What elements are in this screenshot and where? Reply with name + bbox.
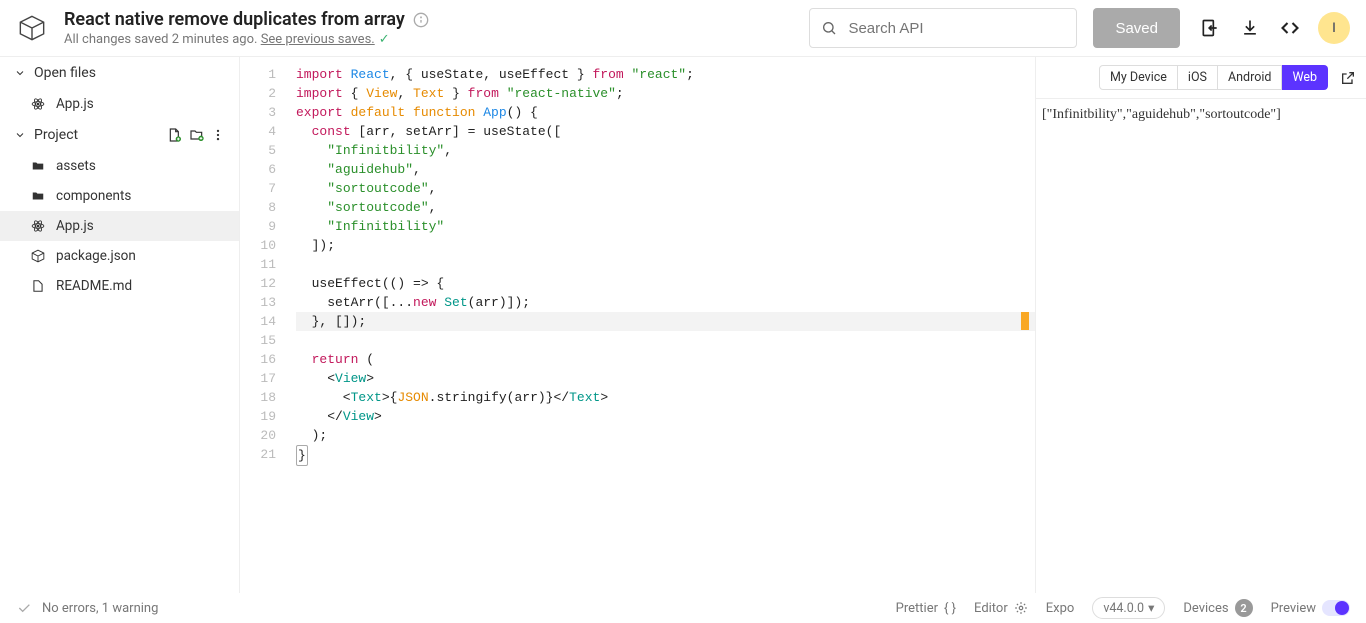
preview-output: ["Infinitbility","aguidehub","sortoutcod… — [1036, 99, 1366, 593]
prettier-button[interactable]: Prettier { } — [896, 601, 956, 616]
devices-count-badge: 2 — [1235, 599, 1253, 617]
project-title: React native remove duplicates from arra… — [64, 9, 405, 30]
title-block: React native remove duplicates from arra… — [64, 9, 809, 47]
preview-toggle[interactable]: Preview — [1271, 600, 1350, 616]
more-icon[interactable] — [211, 128, 225, 142]
chevron-down-icon: ▾ — [1148, 600, 1154, 616]
check-icon: ✓ — [379, 32, 390, 47]
react-file-icon — [30, 97, 46, 111]
preview-panel: My Device iOS Android Web ["Infinitbilit… — [1036, 57, 1366, 593]
line-gutter: 123456789101112131415161718192021 — [240, 57, 288, 593]
exit-icon[interactable] — [1190, 8, 1230, 48]
code-editor[interactable]: 123456789101112131415161718192021 import… — [240, 57, 1036, 593]
status-bar: No errors, 1 warning Prettier { } Editor… — [0, 593, 1366, 623]
chevron-down-icon — [14, 129, 26, 141]
project-section[interactable]: Project — [0, 119, 239, 151]
avatar[interactable]: I — [1318, 12, 1350, 44]
sidebar: Open files App.js Project assets compone… — [0, 57, 240, 593]
editor-settings[interactable]: Editor — [974, 601, 1028, 616]
react-file-icon — [30, 219, 46, 233]
expo-label: Expo — [1046, 601, 1075, 616]
devices-button[interactable]: Devices 2 — [1183, 599, 1252, 617]
open-files-label: Open files — [34, 65, 96, 81]
file-name: README.md — [56, 278, 132, 294]
folder-icon — [30, 159, 46, 173]
save-status: All changes saved 2 minutes ago. See pre… — [64, 32, 809, 47]
toggle-icon — [1322, 600, 1350, 616]
file-name: components — [56, 188, 131, 204]
code-area[interactable]: import React, { useState, useEffect } fr… — [288, 57, 1035, 593]
open-files-section[interactable]: Open files — [0, 57, 239, 89]
preview-tabs: My Device iOS Android Web — [1036, 57, 1366, 99]
folder-icon — [30, 189, 46, 203]
chevron-down-icon — [14, 67, 26, 79]
search-input[interactable] — [809, 8, 1077, 48]
file-name: App.js — [56, 218, 94, 234]
project-label: Project — [34, 127, 78, 143]
tab-my-device[interactable]: My Device — [1099, 65, 1178, 90]
check-icon — [16, 600, 32, 616]
new-file-icon[interactable] — [167, 127, 183, 143]
logo-icon — [16, 12, 48, 44]
open-file-item[interactable]: App.js — [0, 89, 239, 119]
previous-saves-link[interactable]: See previous saves. — [261, 32, 375, 47]
project-item-components[interactable]: components — [0, 181, 239, 211]
braces-icon: { } — [944, 601, 956, 616]
project-item-package[interactable]: package.json — [0, 241, 239, 271]
download-icon[interactable] — [1230, 8, 1270, 48]
markdown-icon — [30, 279, 46, 293]
tab-web[interactable]: Web — [1282, 65, 1328, 90]
header: React native remove duplicates from arra… — [0, 0, 1366, 56]
search-wrap — [809, 8, 1077, 48]
gear-icon — [1014, 601, 1028, 615]
file-name: assets — [56, 158, 96, 174]
tab-ios[interactable]: iOS — [1178, 65, 1218, 90]
save-button[interactable]: Saved — [1093, 8, 1180, 48]
search-icon — [821, 20, 837, 36]
file-name: App.js — [56, 96, 94, 112]
project-item-readme[interactable]: README.md — [0, 271, 239, 301]
embed-icon[interactable] — [1270, 8, 1310, 48]
project-item-assets[interactable]: assets — [0, 151, 239, 181]
main: Open files App.js Project assets compone… — [0, 56, 1366, 593]
new-folder-icon[interactable] — [189, 127, 205, 143]
file-name: package.json — [56, 248, 136, 264]
package-icon — [30, 249, 46, 263]
lint-status[interactable]: No errors, 1 warning — [42, 601, 158, 616]
info-icon[interactable] — [413, 12, 429, 28]
version-selector[interactable]: v44.0.0 ▾ — [1092, 597, 1165, 619]
project-item-app[interactable]: App.js — [0, 211, 239, 241]
tab-android[interactable]: Android — [1218, 65, 1282, 90]
popout-icon[interactable] — [1340, 70, 1356, 86]
